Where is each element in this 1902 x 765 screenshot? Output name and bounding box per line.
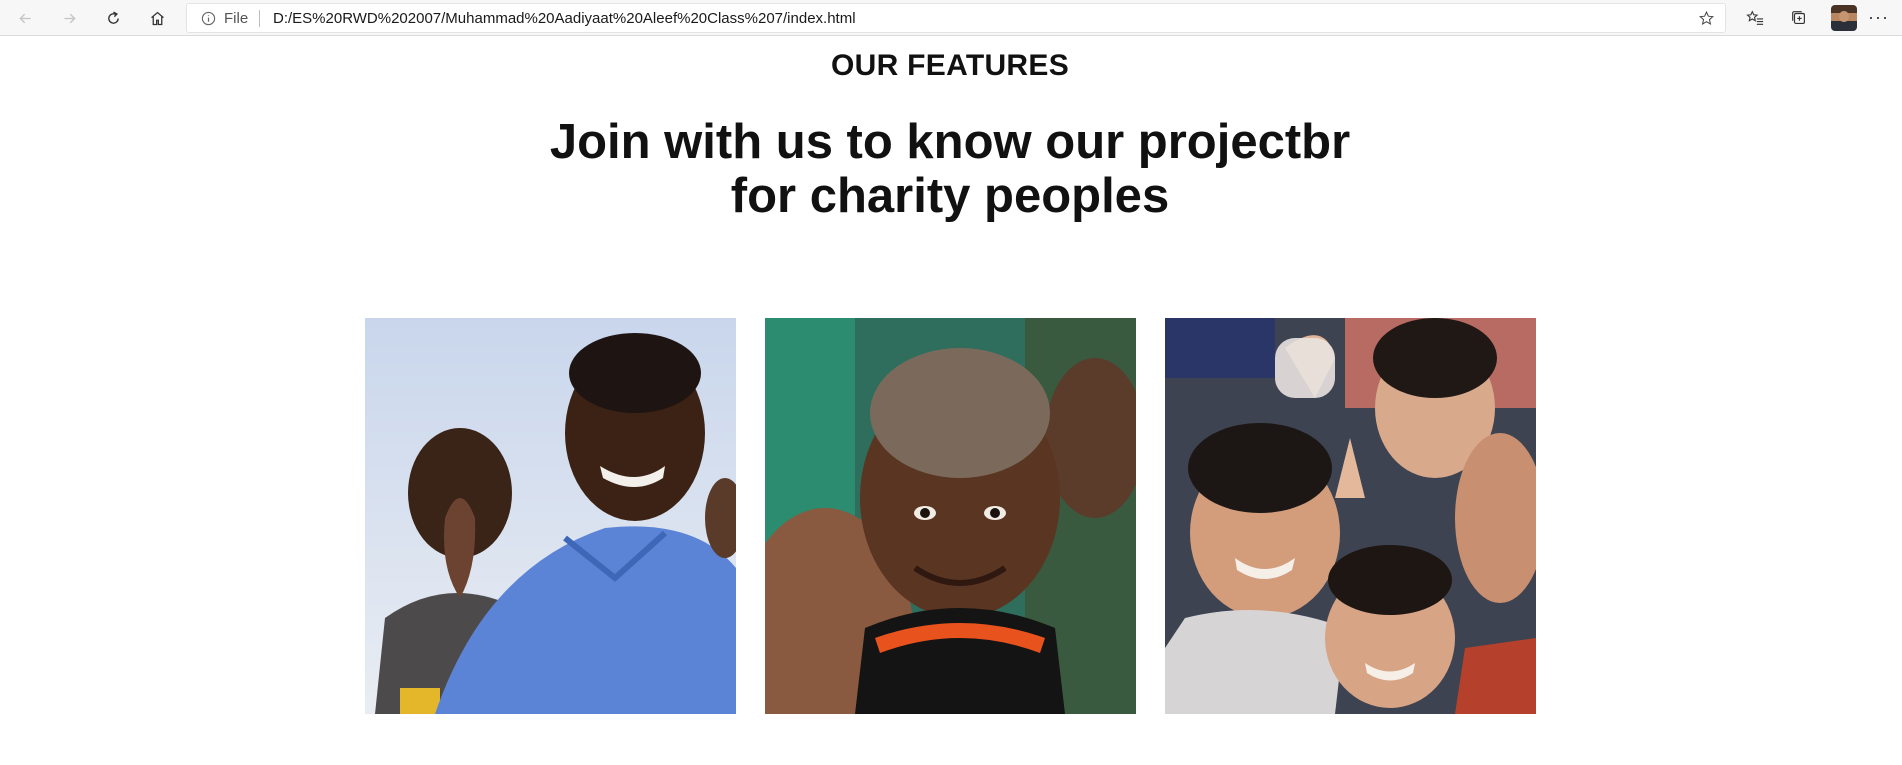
collections-icon bbox=[1792, 11, 1805, 24]
collections-button[interactable] bbox=[1782, 3, 1816, 33]
url-text[interactable]: D:/ES%20RWD%202007/Muhammad%20Aadiyaat%2… bbox=[273, 10, 856, 27]
photo-children-blue-shirts bbox=[365, 318, 736, 714]
back-icon bbox=[18, 13, 31, 23]
photo-gallery bbox=[365, 318, 1536, 714]
scheme-label: File bbox=[224, 10, 249, 27]
more-icon[interactable]: ··· bbox=[1868, 7, 1889, 28]
headline-line-1: Join with us to know our projectbr bbox=[549, 115, 1351, 169]
forward-button[interactable] bbox=[52, 3, 86, 33]
address-separator bbox=[259, 10, 260, 27]
star-icon[interactable] bbox=[1698, 10, 1715, 27]
headline-line-2: for charity peoples bbox=[730, 169, 1170, 223]
photo-smiling-boy bbox=[765, 318, 1136, 714]
browser-toolbar: File D:/ES%20RWD%202007/Muhammad%20Aadiy… bbox=[0, 0, 1902, 36]
section-eyebrow: OUR FEATURES bbox=[830, 49, 1070, 82]
home-icon bbox=[150, 11, 164, 25]
home-button[interactable] bbox=[140, 3, 174, 33]
page-content: OUR FEATURES Join with us to know our pr… bbox=[0, 37, 1902, 765]
back-button[interactable] bbox=[8, 3, 42, 33]
address-bar[interactable]: File D:/ES%20RWD%202007/Muhammad%20Aadiy… bbox=[186, 3, 1726, 33]
favorites-icon bbox=[1746, 10, 1764, 25]
favorites-button[interactable] bbox=[1738, 3, 1772, 33]
forward-icon bbox=[63, 13, 76, 23]
refresh-button[interactable] bbox=[96, 3, 130, 33]
photo-group-of-children bbox=[1165, 318, 1536, 714]
info-icon[interactable] bbox=[201, 11, 216, 26]
refresh-icon bbox=[107, 11, 119, 24]
profile-avatar[interactable] bbox=[1831, 5, 1857, 31]
section-headline: Join with us to know our projectbr for c… bbox=[0, 115, 1900, 223]
